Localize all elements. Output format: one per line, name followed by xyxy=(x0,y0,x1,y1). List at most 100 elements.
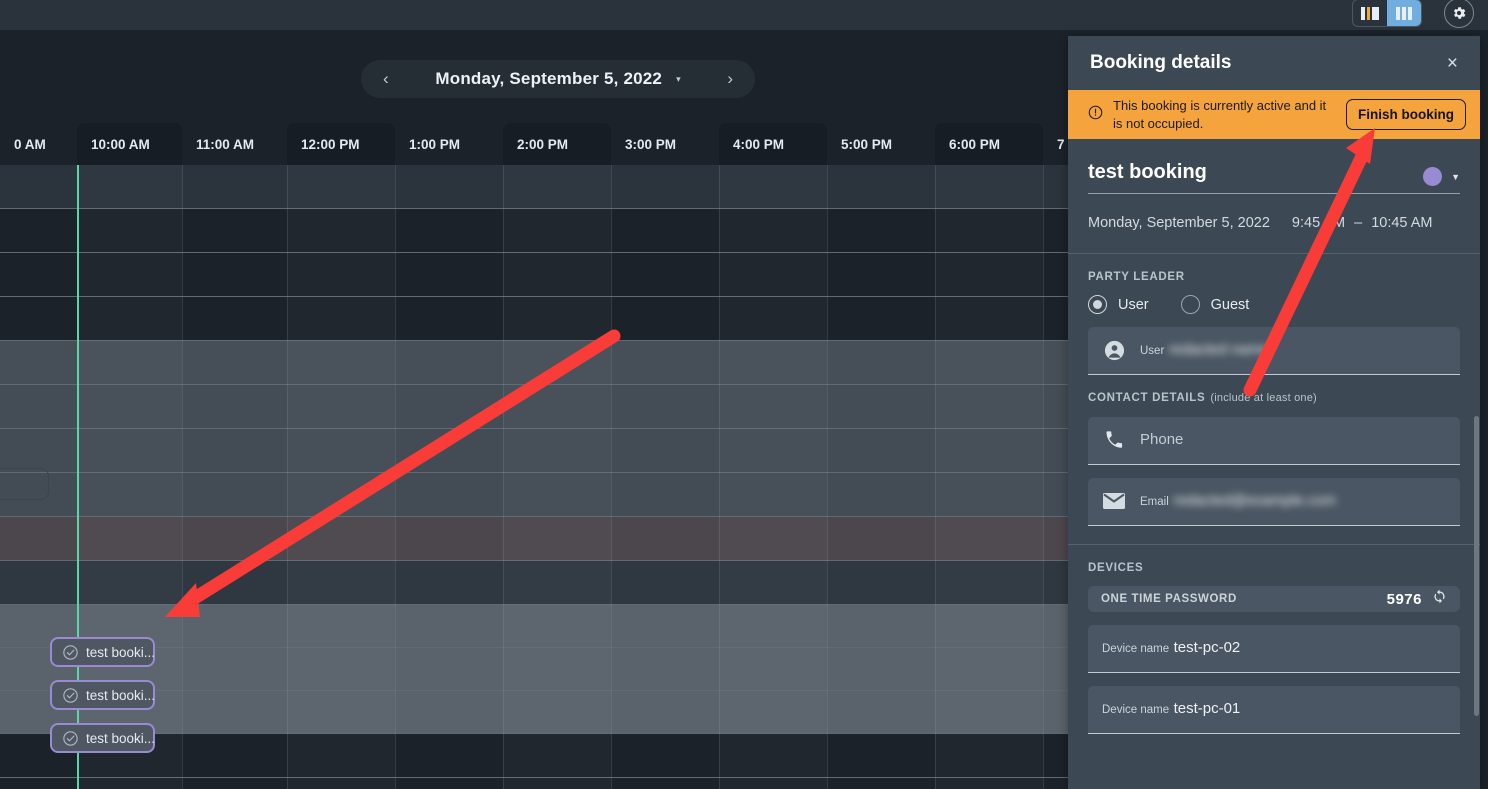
radio-guest-label: Guest xyxy=(1211,297,1250,313)
time-separator: – xyxy=(1354,215,1362,231)
booking-chip-label: test booki... xyxy=(86,645,155,660)
alert-message: This booking is currently active and it … xyxy=(1113,97,1337,132)
one-time-password-row[interactable]: ONE TIME PASSWORD 5976 xyxy=(1088,586,1460,612)
column-separator xyxy=(827,165,828,789)
time-header-cell: 7 xyxy=(1043,123,1070,165)
booking-start-time: 9:45 AM xyxy=(1292,215,1345,231)
time-header-cell: 0 AM xyxy=(0,123,77,165)
check-circle-icon xyxy=(62,687,79,704)
color-swatch-icon xyxy=(1423,167,1442,186)
split-view-icon xyxy=(1361,7,1379,20)
current-date-label: Monday, September 5, 2022 xyxy=(435,69,662,89)
settings-button[interactable] xyxy=(1444,0,1474,28)
check-circle-icon xyxy=(62,730,79,747)
active-booking-alert: This booking is currently active and it … xyxy=(1068,90,1480,139)
booking-color-picker[interactable]: ▼ xyxy=(1423,167,1460,186)
time-header-cell: 1:00 PM xyxy=(395,123,503,165)
column-view-button[interactable] xyxy=(1387,0,1421,27)
booking-chip[interactable]: test booki... xyxy=(50,723,155,753)
panel-title: Booking details xyxy=(1090,52,1231,74)
calendar-grid[interactable]: test booki... test booki... test booki... xyxy=(0,165,1070,789)
calendar-area: ‹ Monday, September 5, 2022 ▾ › 0 AM10:0… xyxy=(0,30,1070,789)
column-shade xyxy=(287,165,395,789)
device-field-body: Device name test-pc-01 xyxy=(1102,700,1446,718)
chevron-down-icon[interactable]: ▾ xyxy=(676,74,681,85)
device-name-value: test-pc-02 xyxy=(1174,639,1241,656)
party-leader-radio-group[interactable]: User Guest xyxy=(1088,295,1460,314)
user-field-label: User xyxy=(1140,345,1164,357)
divider xyxy=(1068,544,1480,545)
user-field-body: User redacted name xyxy=(1140,341,1446,359)
otp-code: 5976 xyxy=(1387,591,1422,608)
divider xyxy=(1068,253,1480,254)
booking-name-row: test booking ▼ xyxy=(1088,161,1460,194)
device-name-value: test-pc-01 xyxy=(1174,700,1241,717)
time-header-cell: 3:00 PM xyxy=(611,123,719,165)
warning-icon xyxy=(1088,105,1104,125)
panel-scrollbar[interactable] xyxy=(1474,416,1479,716)
column-shade xyxy=(719,165,827,789)
view-mode-toggle[interactable] xyxy=(1352,0,1422,27)
panel-header: Booking details × xyxy=(1068,36,1480,90)
time-header-cell: 11:00 AM xyxy=(182,123,287,165)
radio-guest-circle xyxy=(1181,295,1200,314)
time-header-cell: 10:00 AM xyxy=(77,123,182,165)
finish-booking-button[interactable]: Finish booking xyxy=(1346,99,1466,130)
radio-user[interactable]: User xyxy=(1088,295,1149,314)
devices-section-label: DEVICES xyxy=(1088,562,1460,574)
column-separator xyxy=(395,165,396,789)
date-navigator[interactable]: ‹ Monday, September 5, 2022 ▾ › xyxy=(361,60,755,98)
device-row[interactable]: Device name test-pc-02 xyxy=(1088,625,1460,673)
close-icon[interactable]: × xyxy=(1447,54,1458,73)
column-separator xyxy=(1043,165,1044,789)
column-separator xyxy=(611,165,612,789)
person-icon xyxy=(1102,339,1126,362)
time-axis-header: 0 AM10:00 AM11:00 AM12:00 PM1:00 PM2:00 … xyxy=(0,123,1070,165)
booking-end-time: 10:45 AM xyxy=(1371,215,1432,231)
time-header-cell: 2:00 PM xyxy=(503,123,611,165)
chevron-down-icon[interactable]: ▼ xyxy=(1451,172,1460,182)
column-shade xyxy=(503,165,611,789)
booking-details-panel: Booking details × This booking is curren… xyxy=(1068,36,1480,789)
party-leader-user-field[interactable]: User redacted name xyxy=(1088,327,1460,375)
previous-day-button[interactable]: ‹ xyxy=(377,69,395,89)
party-leader-section-label: PARTY LEADER xyxy=(1088,271,1460,283)
contact-details-section-label: CONTACT DETAILS(include at least one) xyxy=(1088,392,1460,404)
date-display[interactable]: Monday, September 5, 2022 ▾ xyxy=(435,69,680,89)
booking-chip[interactable]: test booki... xyxy=(50,637,155,667)
booking-chip[interactable]: test booki... xyxy=(50,680,155,710)
time-header-cell: 6:00 PM xyxy=(935,123,1043,165)
booking-date: Monday, September 5, 2022 xyxy=(1088,215,1270,231)
radio-user-label: User xyxy=(1118,297,1149,313)
device-row[interactable]: Device name test-pc-01 xyxy=(1088,686,1460,734)
device-name-label: Device name xyxy=(1102,704,1169,716)
phone-field[interactable]: Phone xyxy=(1088,417,1460,465)
gear-icon xyxy=(1451,5,1467,21)
split-view-button[interactable] xyxy=(1353,0,1387,27)
check-circle-icon xyxy=(62,644,79,661)
time-header-cell: 4:00 PM xyxy=(719,123,827,165)
email-icon xyxy=(1102,491,1126,511)
radio-guest[interactable]: Guest xyxy=(1181,295,1250,314)
phone-field-body: Phone xyxy=(1140,431,1446,449)
otp-label: ONE TIME PASSWORD xyxy=(1101,593,1237,605)
empty-slot-placeholder[interactable] xyxy=(0,468,49,500)
phone-icon xyxy=(1102,430,1126,450)
email-field-body: Email redacted@example.com xyxy=(1140,492,1446,510)
booking-name[interactable]: test booking xyxy=(1088,161,1207,184)
column-view-icon xyxy=(1396,7,1412,20)
top-bar xyxy=(0,0,1488,30)
booking-schedule: Monday, September 5, 2022 9:45 AM – 10:4… xyxy=(1088,215,1460,231)
email-field-value: redacted@example.com xyxy=(1173,492,1336,509)
email-field[interactable]: Email redacted@example.com xyxy=(1088,478,1460,526)
time-header-cell: 5:00 PM xyxy=(827,123,935,165)
app-root: ‹ Monday, September 5, 2022 ▾ › 0 AM10:0… xyxy=(0,0,1488,789)
refresh-icon[interactable] xyxy=(1432,589,1447,609)
user-field-value: redacted name xyxy=(1169,341,1269,358)
radio-user-circle xyxy=(1088,295,1107,314)
next-day-button[interactable]: › xyxy=(721,69,739,89)
column-shade xyxy=(935,165,1043,789)
time-header-cell: 12:00 PM xyxy=(287,123,395,165)
device-field-body: Device name test-pc-02 xyxy=(1102,639,1446,657)
booking-chip-label: test booki... xyxy=(86,731,155,746)
